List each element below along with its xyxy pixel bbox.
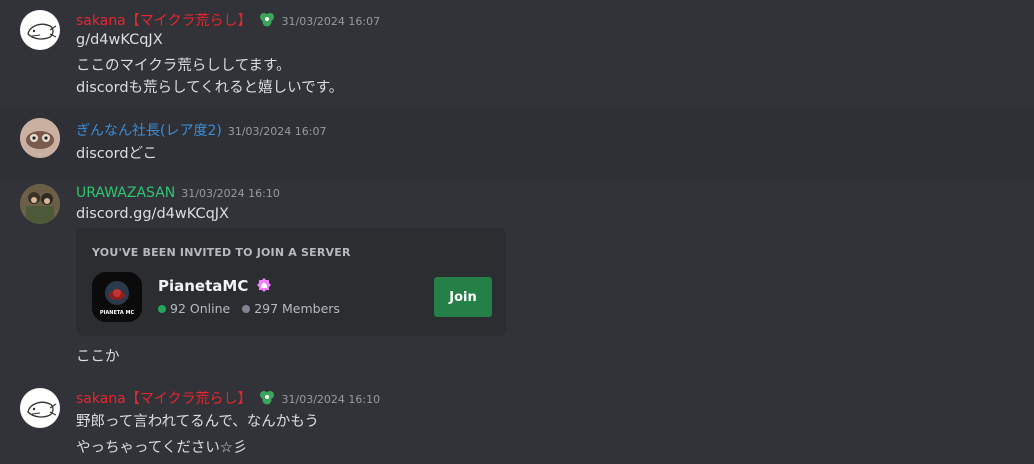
message-text: やっちゃってください☆彡 <box>76 440 248 456</box>
invite-heading: YOU'VE BEEN INVITED TO JOIN A SERVER <box>92 246 351 259</box>
username[interactable]: sakana【マイクラ荒らし】 <box>76 391 252 407</box>
avatar[interactable] <box>20 388 60 428</box>
timestamp: 31/03/2024 16:07 <box>227 125 327 138</box>
message: ぎんなん社長(レア度2) 31/03/2024 16:07 discordどこ <box>0 108 1034 180</box>
message-text: ここのマイクラ荒らししてます。 <box>76 58 291 74</box>
timestamp: 31/03/2024 16:10 <box>281 393 381 406</box>
message-text: discordも荒らしてくれると嬉しいです。 <box>76 80 344 96</box>
online-dot-icon <box>158 305 166 313</box>
avatar[interactable] <box>20 118 60 158</box>
avatar[interactable] <box>20 184 60 224</box>
username[interactable]: URAWAZASAN <box>76 185 175 201</box>
server-name[interactable]: PianetaMC <box>158 277 272 297</box>
message: sakana【マイクラ荒らし】 31/03/2024 16:10 野郎って言われて… <box>0 378 1034 464</box>
server-icon[interactable]: PIANETA MC <box>92 272 142 322</box>
message-header: ぎんなん社長(レア度2) 31/03/2024 16:07 <box>76 120 326 140</box>
timestamp: 31/03/2024 16:07 <box>281 15 381 28</box>
home-badge-icon <box>256 277 272 297</box>
role-icon <box>258 12 276 32</box>
timestamp: 31/03/2024 16:10 <box>181 187 280 200</box>
join-button[interactable]: Join <box>434 277 492 317</box>
message-text: discordどこ <box>76 146 158 162</box>
message-text: ここか <box>76 349 120 365</box>
online-count: 92 Online <box>170 301 231 316</box>
message-header: sakana【マイクラ荒らし】 31/03/2024 16:10 <box>76 388 380 410</box>
message-header: sakana【マイクラ荒らし】 31/03/2024 16:07 <box>76 10 380 32</box>
member-count: 297 Members <box>254 301 340 316</box>
server-invite-card: YOU'VE BEEN INVITED TO JOIN A SERVER PIA… <box>76 228 506 336</box>
message-text: 野郎って言われてるんで、なんかもう <box>76 414 319 430</box>
message-text: g/d4wKCqJX <box>76 32 163 48</box>
username[interactable]: sakana【マイクラ荒らし】 <box>76 13 252 29</box>
message: sakana【マイクラ荒らし】 31/03/2024 16:07 g/d4wKCq… <box>0 0 1034 106</box>
message-header: URAWAZASAN 31/03/2024 16:10 <box>76 185 280 201</box>
members-dot-icon <box>242 305 251 313</box>
server-name-label: PianetaMC <box>158 277 249 295</box>
server-icon-label: PIANETA MC <box>99 310 135 316</box>
username[interactable]: ぎんなん社長(レア度2) <box>76 123 222 139</box>
avatar[interactable] <box>20 10 60 50</box>
server-stats: 92 Online 297 Members <box>158 301 340 316</box>
role-icon <box>258 390 276 410</box>
message-text[interactable]: discord.gg/d4wKCqJX <box>76 206 229 222</box>
